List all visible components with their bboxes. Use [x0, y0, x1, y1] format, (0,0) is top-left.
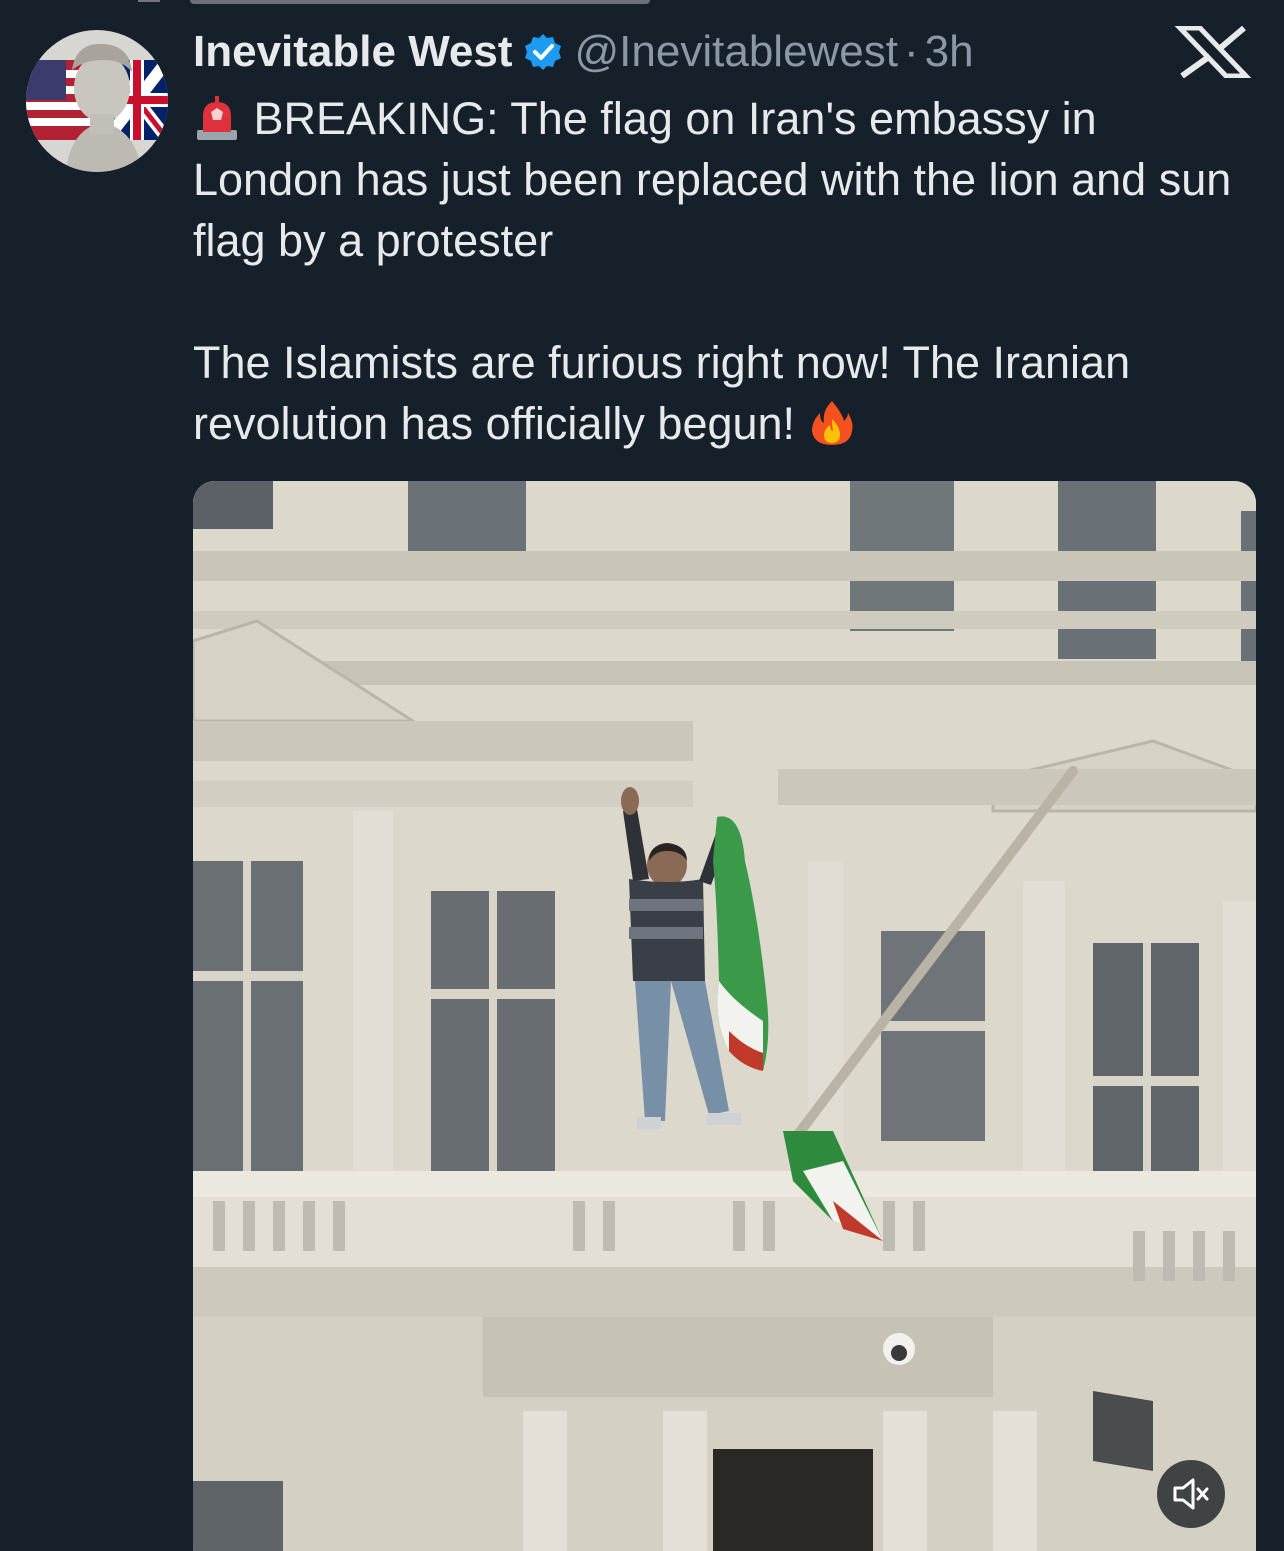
- separator-dot: ·: [904, 27, 919, 76]
- post-paragraph-2: The Islamists are furious right now! The…: [193, 332, 1253, 454]
- repost-indicator: [138, 0, 658, 8]
- author-name[interactable]: Inevitable West: [193, 27, 513, 77]
- repost-text-clipped: [138, 0, 650, 4]
- post-timestamp[interactable]: 3h: [925, 27, 974, 77]
- embassy-photo: [193, 481, 1256, 1551]
- post-header: Inevitable West @Inevitablewest · 3h: [193, 24, 974, 80]
- post-text-breaking: BREAKING: The flag on Iran's embassy in …: [193, 93, 1232, 266]
- avatar[interactable]: [26, 30, 168, 172]
- mute-button[interactable]: [1157, 1460, 1225, 1528]
- x-logo-icon[interactable]: [1174, 26, 1252, 78]
- author-handle[interactable]: @Inevitablewest: [575, 27, 899, 77]
- avatar-image: [26, 30, 168, 172]
- speaker-muted-icon: [1173, 1478, 1209, 1510]
- fire-emoji: [811, 401, 853, 445]
- post-paragraph-1: BREAKING: The flag on Iran's embassy in …: [193, 88, 1253, 271]
- post-text-revolution: The Islamists are furious right now! The…: [193, 337, 1131, 449]
- post-media-video[interactable]: [193, 481, 1256, 1551]
- police-light-emoji: [197, 96, 237, 140]
- post-body: BREAKING: The flag on Iran's embassy in …: [193, 88, 1253, 454]
- verified-badge-icon: [524, 34, 561, 70]
